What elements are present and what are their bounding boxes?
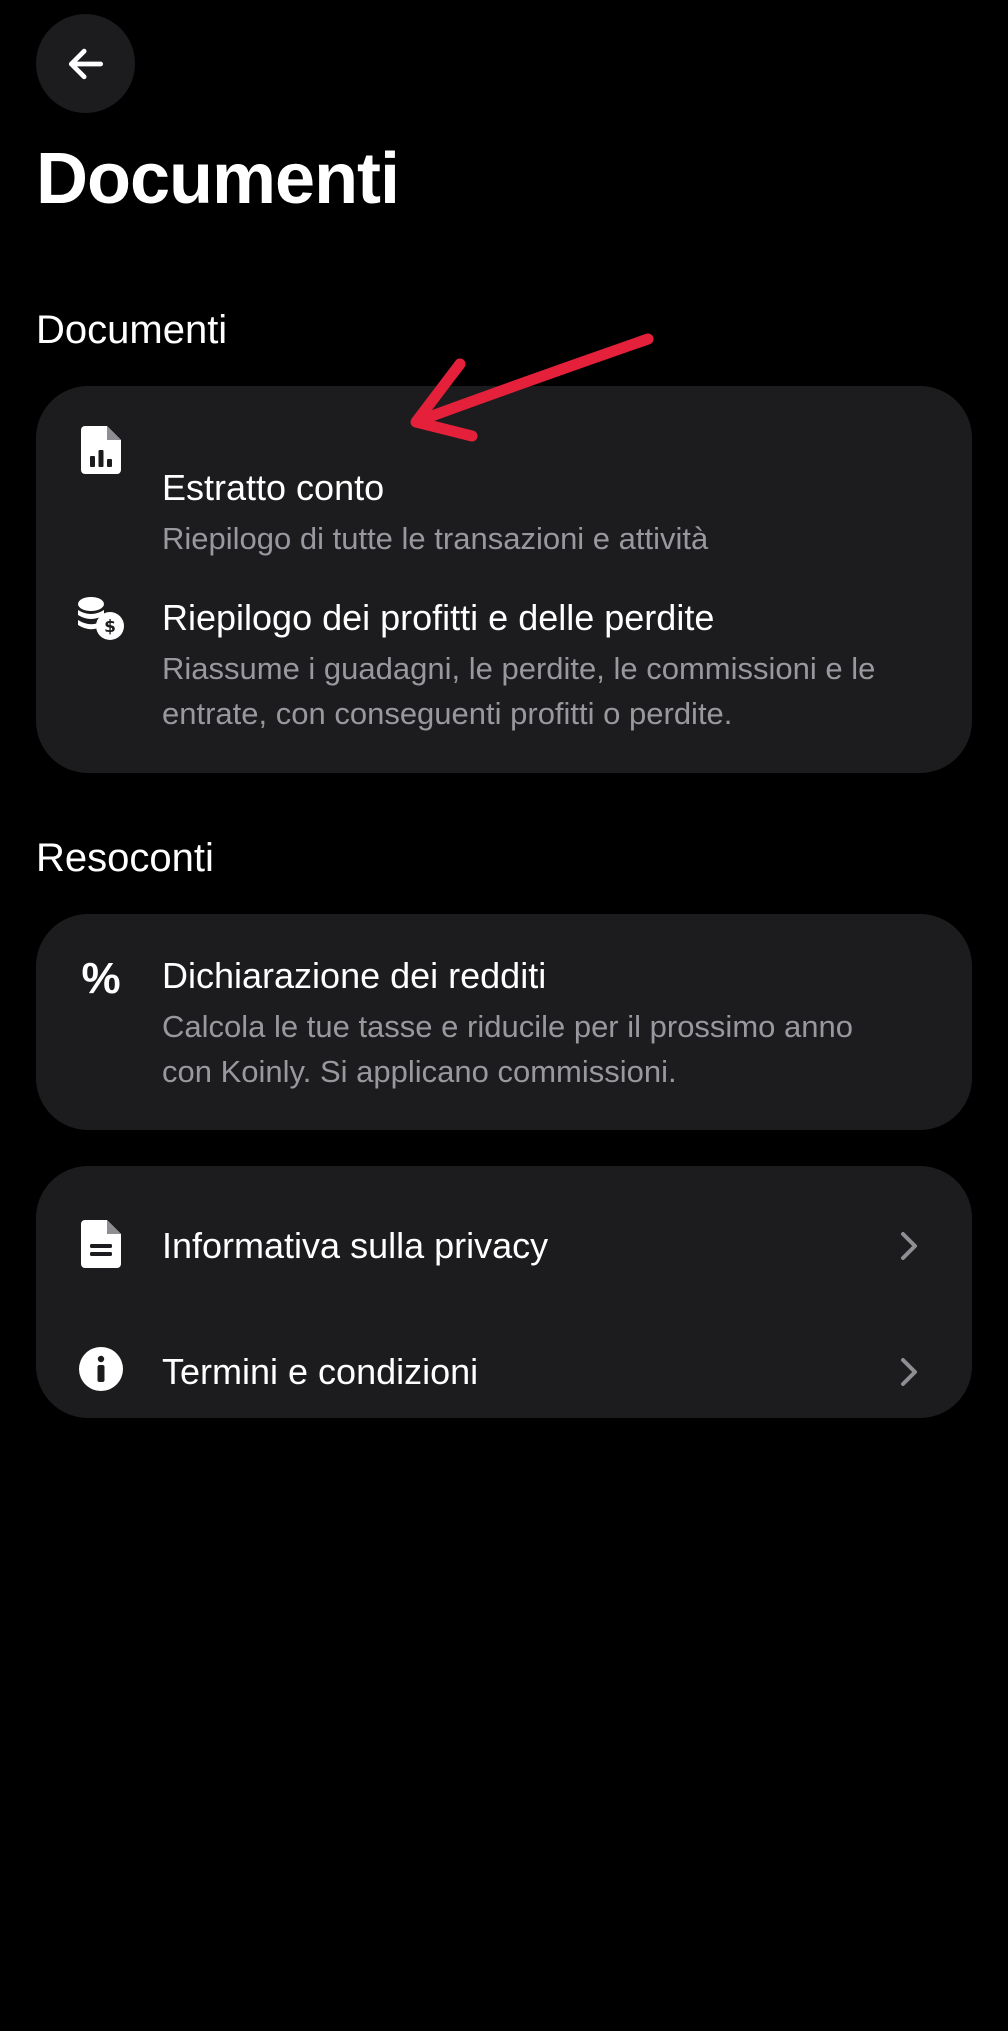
legal-card: Informativa sulla privacy Termini e cond…	[36, 1166, 972, 1418]
profit-loss-title: Riepilogo dei profitti e delle perdite	[162, 597, 715, 638]
info-circle-icon	[76, 1346, 126, 1396]
tax-report-subtitle: Calcola le tue tasse e riducile per il p…	[162, 1009, 853, 1089]
privacy-policy-title: Informativa sulla privacy	[162, 1225, 549, 1266]
tax-report-row[interactable]: % Dichiarazione dei redditi Calcola le t…	[36, 954, 972, 1094]
statement-row[interactable]: Estratto conto Riepilogo di tutte le tra…	[36, 426, 972, 556]
privacy-policy-row[interactable]: Informativa sulla privacy	[36, 1206, 972, 1286]
statement-title: Estratto conto	[162, 467, 385, 508]
svg-text:$: $	[104, 617, 116, 637]
statement-subtitle: Riepilogo di tutte le transazioni e atti…	[162, 521, 709, 556]
section-header-reports: Resoconti	[36, 836, 214, 880]
page-title: Documenti	[36, 139, 400, 219]
section-header-documents: Documenti	[36, 308, 228, 352]
terms-row[interactable]: Termini e condizioni	[36, 1332, 972, 1412]
file-text-icon	[76, 1220, 126, 1270]
profit-loss-row[interactable]: $ Riepilogo dei profitti e delle perdite…	[36, 596, 972, 746]
back-button[interactable]	[36, 14, 135, 113]
chevron-right-icon	[894, 1226, 924, 1266]
profit-loss-subtitle: Riassume i guadagni, le perdite, le comm…	[162, 651, 876, 731]
tax-report-title: Dichiarazione dei redditi	[162, 955, 547, 996]
reports-card: % Dichiarazione dei redditi Calcola le t…	[36, 914, 972, 1130]
documents-card: Estratto conto Riepilogo di tutte le tra…	[36, 386, 972, 773]
percent-icon: %	[81, 954, 121, 1003]
chevron-right-icon	[894, 1352, 924, 1392]
file-chart-icon	[76, 426, 126, 476]
coins-dollar-icon: $	[76, 596, 126, 646]
arrow-left-icon	[68, 48, 103, 79]
terms-title: Termini e condizioni	[162, 1351, 479, 1392]
